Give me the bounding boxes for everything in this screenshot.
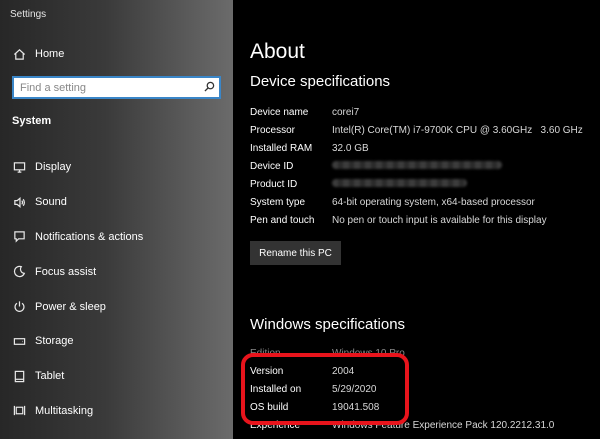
sidebar-item-label: Multitasking <box>35 404 94 417</box>
search-input[interactable] <box>20 81 204 94</box>
window-title: Settings <box>10 9 47 20</box>
spec-row-installed-ram: Installed RAM 32.0 GB <box>250 139 595 157</box>
spec-value: No pen or touch input is available for t… <box>332 215 547 227</box>
spec-row-pen-touch: Pen and touch No pen or touch input is a… <box>250 212 595 230</box>
windows-spec-heading: Windows specifications <box>250 316 406 333</box>
spec-label: Device name <box>250 106 309 118</box>
spec-value: corei7 <box>332 106 360 118</box>
sidebar-item-focus-assist[interactable]: Focus assist <box>0 254 233 289</box>
sidebar-item-notifications[interactable]: Notifications & actions <box>0 220 233 255</box>
power-icon <box>12 300 26 314</box>
sidebar-item-label: Notifications & actions <box>35 230 144 243</box>
multitasking-icon <box>12 404 26 418</box>
sidebar-item-power-sleep[interactable]: Power & sleep <box>0 289 233 324</box>
drive-icon <box>12 334 26 348</box>
sidebar-item-storage[interactable]: Storage <box>0 324 233 359</box>
spec-label: Installed RAM <box>250 142 313 154</box>
sidebar-item-label: Focus assist <box>35 265 97 278</box>
red-highlight-annotation <box>241 353 409 425</box>
spec-value-redacted <box>332 160 502 172</box>
page-title: About <box>250 40 305 63</box>
device-spec-list: Device name corei7 Processor Intel(R) Co… <box>250 103 595 230</box>
sidebar-item-display[interactable]: Display <box>0 150 233 185</box>
sidebar-item-tablet[interactable]: Tablet <box>0 359 233 394</box>
spec-label: System type <box>250 197 306 209</box>
spec-value: 32.0 GB <box>332 142 369 154</box>
spec-label: Processor <box>250 124 296 136</box>
sidebar-nav: Display Sound Notifications & actions Fo… <box>0 150 233 428</box>
section-title: System <box>12 115 52 127</box>
sidebar-item-label: Display <box>35 161 72 174</box>
spec-row-device-id: Device ID <box>250 157 595 175</box>
spec-row-device-name: Device name corei7 <box>250 103 595 121</box>
spec-label: Pen and touch <box>250 215 315 227</box>
sidebar-item-multitasking[interactable]: Multitasking <box>0 394 233 429</box>
tablet-icon <box>12 369 26 383</box>
sidebar-item-label: Power & sleep <box>35 300 106 313</box>
home-label: Home <box>35 48 65 60</box>
sidebar-item-label: Storage <box>35 335 74 348</box>
spec-label: Device ID <box>250 160 294 172</box>
spec-value: 64-bit operating system, x64-based proce… <box>332 197 535 209</box>
sidebar-item-label: Tablet <box>35 370 65 383</box>
monitor-icon <box>12 160 26 174</box>
spec-value: Intel(R) Core(TM) i7-9700K CPU @ 3.60GHz… <box>332 124 583 136</box>
spec-row-system-type: System type 64-bit operating system, x64… <box>250 193 595 211</box>
spec-value-redacted <box>332 178 467 190</box>
notification-icon <box>12 230 26 244</box>
spec-row-product-id: Product ID <box>250 175 595 193</box>
sidebar-home[interactable]: Home <box>0 41 233 67</box>
sidebar-item-sound[interactable]: Sound <box>0 185 233 220</box>
speaker-icon <box>12 195 26 209</box>
sidebar: Settings Home System Display Sound <box>0 0 233 439</box>
sidebar-item-label: Sound <box>35 196 67 209</box>
rename-pc-button[interactable]: Rename this PC <box>250 241 341 265</box>
home-icon <box>12 47 26 61</box>
spec-label: Product ID <box>250 178 298 190</box>
search-icon[interactable] <box>204 79 215 97</box>
device-spec-heading: Device specifications <box>250 73 391 90</box>
spec-row-processor: Processor Intel(R) Core(TM) i7-9700K CPU… <box>250 121 595 139</box>
moon-icon <box>12 265 26 279</box>
search-box[interactable] <box>12 76 221 99</box>
